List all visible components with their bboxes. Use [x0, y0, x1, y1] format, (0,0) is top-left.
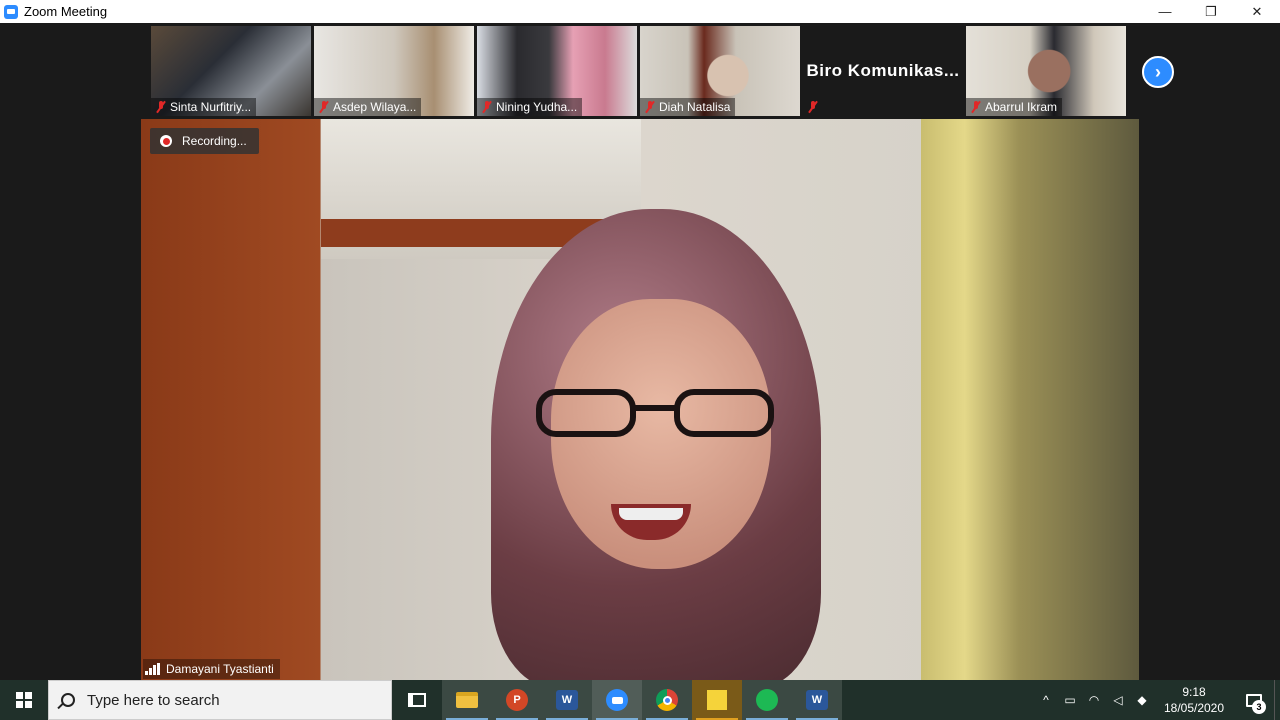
- start-button[interactable]: [0, 680, 48, 720]
- zoom-icon: [606, 689, 628, 711]
- show-desktop-button[interactable]: [1274, 680, 1280, 720]
- sticky-notes-icon: [707, 690, 727, 710]
- participant-name-row: Diah Natalisa: [640, 98, 736, 116]
- recording-indicator[interactable]: Recording...: [150, 128, 259, 154]
- participant-name-row: [803, 98, 823, 116]
- mic-muted-icon: [156, 101, 166, 113]
- mic-muted-icon: [808, 101, 818, 113]
- participant-name-row: Sinta Nurfitriy...: [151, 98, 257, 116]
- active-speaker-video: Recording... Damayani Tyastianti: [141, 119, 1139, 680]
- participant-thumbnail[interactable]: Biro Komunikas...: [803, 26, 963, 116]
- participant-name-row: Asdep Wilaya...: [314, 98, 422, 116]
- participant-name: Abarrul Ikram: [985, 100, 1058, 114]
- participant-name: Sinta Nurfitriy...: [170, 100, 252, 114]
- chrome-button[interactable]: [642, 680, 692, 720]
- windows-logo-icon: [16, 692, 32, 708]
- dropbox-icon[interactable]: ◆: [1130, 680, 1154, 720]
- minimize-button[interactable]: —: [1142, 0, 1188, 23]
- video-background: [921, 119, 1139, 680]
- word-button-2[interactable]: W: [792, 680, 842, 720]
- clock[interactable]: 9:18 18/05/2020: [1154, 680, 1234, 720]
- window-controls: — ❐ ✕: [1142, 0, 1280, 23]
- window-title: Zoom Meeting: [24, 4, 108, 19]
- powerpoint-button[interactable]: P: [492, 680, 542, 720]
- notification-count-badge: 3: [1252, 700, 1266, 714]
- participant-name: Nining Yudha...: [496, 100, 578, 114]
- windows-taskbar: P W W ^ ▭ ◠ ◁ ◆ 9:18 18/05/2020: [0, 680, 1280, 720]
- participant-name: Diah Natalisa: [659, 100, 731, 114]
- meeting-area: Sinta Nurfitriy... Asdep Wilaya... Ninin…: [0, 23, 1280, 680]
- restore-button[interactable]: ❐: [1188, 0, 1234, 23]
- powerpoint-icon: P: [506, 689, 528, 711]
- system-tray: ^ ▭ ◠ ◁ ◆ 9:18 18/05/2020 3: [1034, 680, 1280, 720]
- participant-name: Asdep Wilaya...: [333, 100, 417, 114]
- battery-icon[interactable]: ▭: [1058, 680, 1082, 720]
- zoom-button[interactable]: [592, 680, 642, 720]
- close-button[interactable]: ✕: [1234, 0, 1280, 23]
- participant-thumbnail[interactable]: Asdep Wilaya...: [314, 26, 474, 116]
- participant-strip: Sinta Nurfitriy... Asdep Wilaya... Ninin…: [151, 26, 1126, 116]
- mic-muted-icon: [645, 101, 655, 113]
- participant-thumbnail[interactable]: Sinta Nurfitriy...: [151, 26, 311, 116]
- mic-muted-icon: [971, 101, 981, 113]
- active-speaker-name: Damayani Tyastianti: [166, 662, 274, 676]
- participant-thumbnail[interactable]: Abarrul Ikram: [966, 26, 1126, 116]
- taskbar-apps: P W W: [392, 680, 842, 720]
- clock-time: 9:18: [1182, 685, 1206, 699]
- participant-name-row: Nining Yudha...: [477, 98, 583, 116]
- participant-thumbnail[interactable]: Diah Natalisa: [640, 26, 800, 116]
- participant-thumbnail[interactable]: Nining Yudha...: [477, 26, 637, 116]
- taskbar-search[interactable]: [48, 680, 392, 720]
- zoom-app-icon: [4, 4, 18, 19]
- word-icon: W: [806, 690, 828, 710]
- signal-strength-icon: [145, 663, 160, 675]
- speaker-figure: [536, 389, 776, 439]
- word-button[interactable]: W: [542, 680, 592, 720]
- chrome-icon: [656, 689, 678, 711]
- title-bar: Zoom Meeting — ❐ ✕: [0, 0, 1280, 23]
- wifi-icon[interactable]: ◠: [1082, 680, 1106, 720]
- volume-icon[interactable]: ◁: [1106, 680, 1130, 720]
- show-hidden-icons-button[interactable]: ^: [1034, 680, 1058, 720]
- active-speaker-label: Damayani Tyastianti: [143, 659, 280, 679]
- file-explorer-button[interactable]: [442, 680, 492, 720]
- mic-muted-icon: [482, 101, 492, 113]
- next-page-button[interactable]: ›: [1142, 56, 1174, 88]
- sticky-notes-button[interactable]: [692, 680, 742, 720]
- participant-display-name: Biro Komunikas...: [806, 61, 960, 80]
- spotify-icon: [756, 689, 778, 711]
- recording-icon: [160, 135, 172, 147]
- task-view-icon: [408, 693, 426, 707]
- clock-date: 18/05/2020: [1163, 701, 1225, 715]
- folder-icon: [456, 692, 478, 708]
- action-center-button[interactable]: 3: [1234, 680, 1274, 720]
- spotify-button[interactable]: [742, 680, 792, 720]
- word-icon: W: [556, 690, 578, 710]
- mic-muted-icon: [319, 101, 329, 113]
- participant-name-row: Abarrul Ikram: [966, 98, 1063, 116]
- search-input[interactable]: [87, 691, 367, 709]
- recording-label: Recording...: [182, 134, 247, 148]
- task-view-button[interactable]: [392, 680, 442, 720]
- search-icon: [61, 693, 75, 707]
